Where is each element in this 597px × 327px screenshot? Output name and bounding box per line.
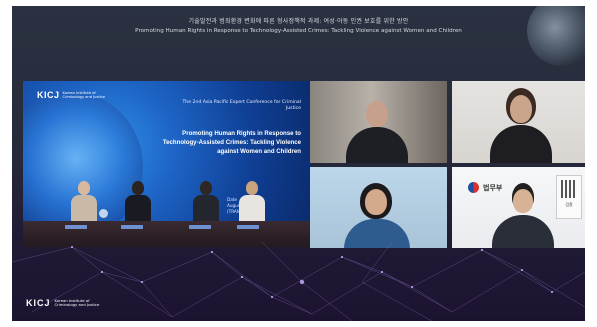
prosecution-sign-text: 검찰	[565, 202, 573, 207]
kicj-footer-mark: KICJ	[26, 298, 51, 308]
ministry-emblem-icon	[468, 182, 479, 193]
participant-video-1[interactable]	[310, 81, 447, 163]
nameplate	[189, 225, 211, 229]
participant-head	[365, 189, 387, 215]
conference-title: Promoting Human Rights in Response to Te…	[162, 130, 301, 155]
kicj-logo-name: Korean Institute of Criminology and Just…	[62, 91, 105, 99]
nameplate	[121, 225, 143, 229]
sponsor-logo	[99, 209, 108, 218]
event-header: 기술발전과 범죄환경 변화에 따른 형사정책적 과제: 여성·아동 인권 보호를…	[12, 16, 585, 34]
kicj-logo-mark: KICJ	[37, 90, 60, 100]
conference-name: The 2nd Asia Pacific Expert Conference f…	[182, 100, 302, 111]
footer-logo: KICJ Korean Institute of Criminology and…	[26, 298, 107, 308]
nameplate	[237, 225, 259, 229]
stage-logo: KICJ Korean Institute of Criminology and…	[37, 90, 113, 100]
prosecution-emblem-icon	[561, 180, 577, 198]
participant-head	[366, 101, 388, 127]
event-title-english: Promoting Human Rights in Response to Te…	[135, 28, 462, 34]
participant-body	[346, 127, 408, 163]
participant-body	[490, 125, 552, 163]
participant-video-3[interactable]	[310, 167, 447, 248]
participant-video-2[interactable]	[452, 81, 585, 163]
nameplate	[65, 225, 87, 229]
participant-head	[513, 189, 533, 213]
panelist-head	[246, 181, 258, 195]
panelist-head	[132, 181, 144, 195]
participant-video-4[interactable]: 법무부 검찰	[452, 167, 585, 248]
main-stage-video[interactable]: KICJ Korean Institute of Criminology and…	[23, 81, 311, 247]
panelist-head	[78, 181, 90, 195]
network-background	[12, 242, 585, 321]
globe-decoration	[527, 6, 585, 66]
conference-window: 기술발전과 범죄환경 변화에 따른 형사정책적 과제: 여성·아동 인권 보호를…	[12, 6, 585, 321]
kicj-footer-name: Korean Institute of Criminology and Just…	[54, 297, 100, 307]
ministry-logo: 법무부	[468, 182, 502, 193]
event-title-korean: 기술발전과 범죄환경 변화에 따른 형사정책적 과제: 여성·아동 인권 보호를…	[188, 18, 409, 25]
ministry-name: 법무부	[483, 183, 503, 192]
prosecution-sign: 검찰	[556, 175, 582, 219]
panelist-head	[200, 181, 212, 195]
participant-head	[510, 95, 532, 123]
